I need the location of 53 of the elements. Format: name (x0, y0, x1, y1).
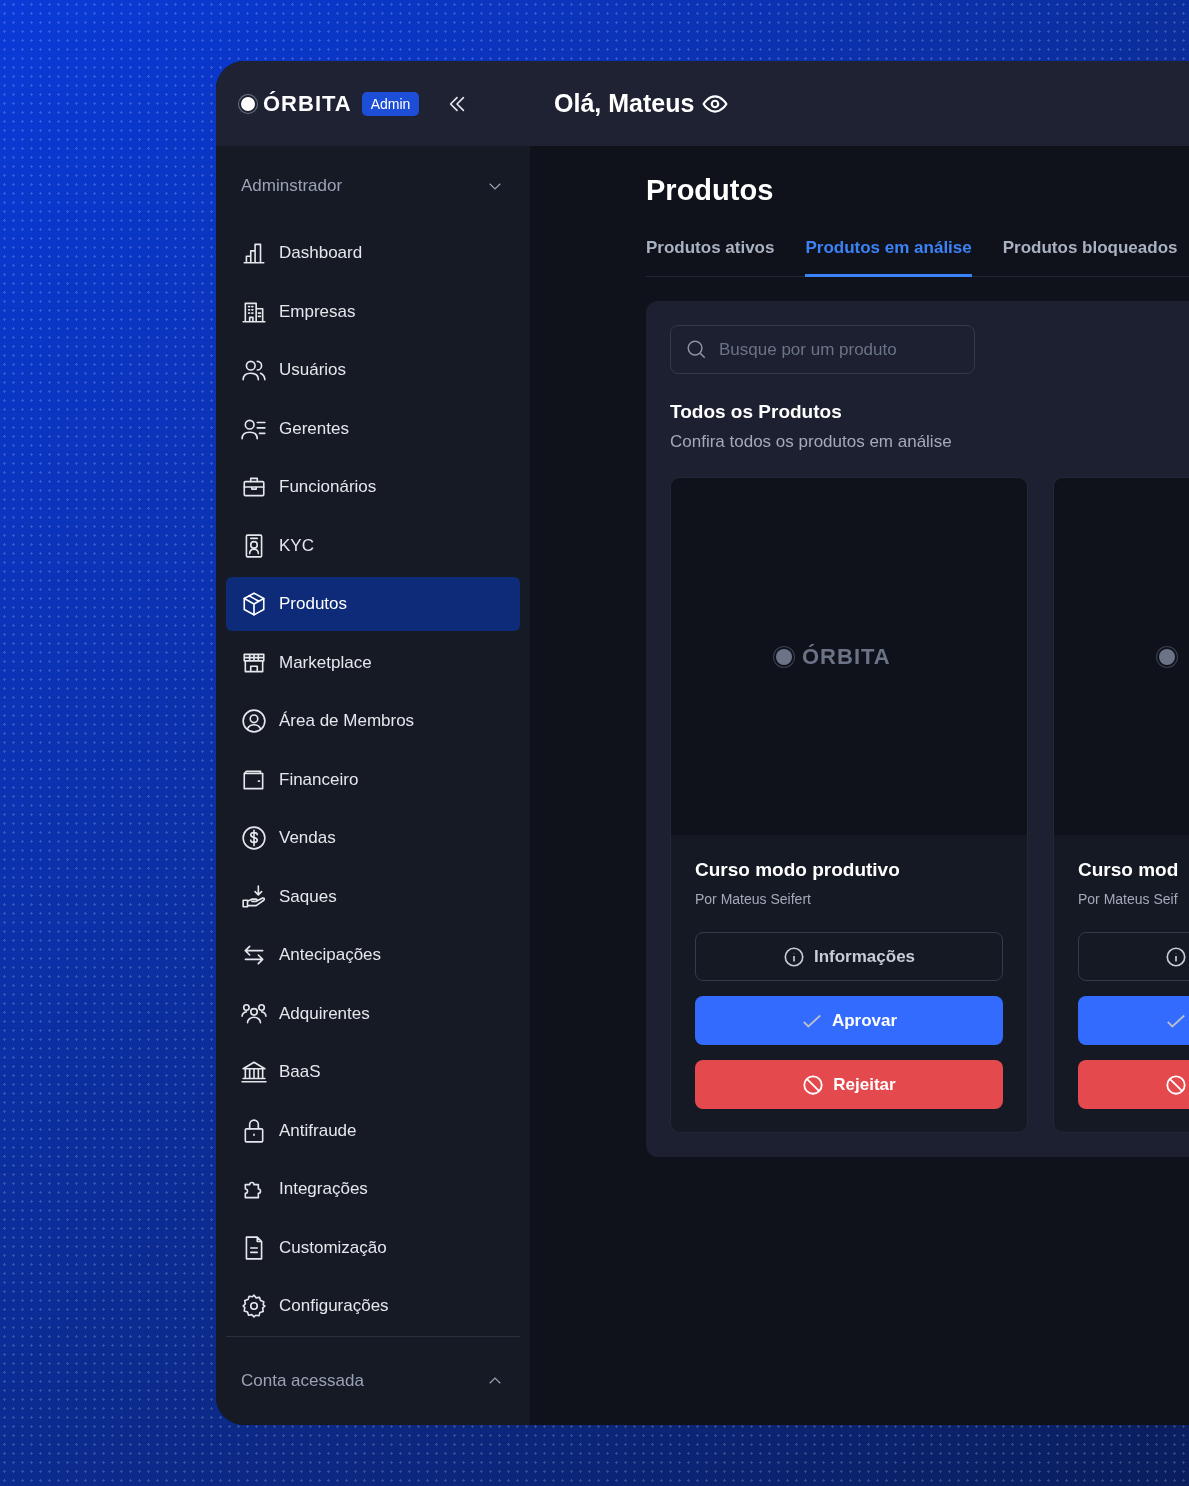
page-title: Produtos (646, 174, 775, 208)
nav-item[interactable]: Antecipações (226, 928, 520, 982)
tab[interactable]: Produtos ativos (646, 230, 775, 277)
settings-icon (241, 1293, 267, 1319)
nav-item[interactable]: Customização (226, 1220, 520, 1275)
logo-icon (776, 648, 792, 665)
nav-item[interactable]: KYC (226, 518, 520, 573)
nav-item[interactable]: Vendas (226, 811, 520, 865)
approve-button[interactable]: Aprovar (695, 996, 1003, 1045)
nav-item[interactable]: Antifraude (226, 1103, 520, 1158)
account-toggle[interactable]: Conta acessada (226, 1336, 520, 1425)
logo: ÓRBITA (802, 643, 891, 670)
section-subtitle: Confira todos os produtos em análise (670, 432, 953, 452)
nav-item[interactable]: Saques (226, 869, 520, 924)
reject-button[interactable]: Rejeitar (695, 1060, 1003, 1109)
nav-item[interactable]: Financeiro (226, 752, 520, 807)
admin-badge: Admin (361, 91, 420, 116)
product-title: Curso modo produtivo (695, 859, 901, 881)
tab[interactable]: Produtos em análise (805, 230, 972, 277)
product-author: Por Mateus Seif (1078, 891, 1179, 907)
nav-item[interactable]: Área de Membros (226, 694, 520, 748)
nav-item[interactable]: Marketplace (226, 635, 520, 690)
nav-item[interactable]: Integrações (226, 1162, 520, 1216)
tab[interactable]: Produtos bloqueados (1002, 230, 1178, 277)
info-icon (1165, 945, 1187, 968)
logo: ÓRBITA (263, 90, 352, 117)
user-circle-icon (241, 708, 267, 734)
search-field[interactable]: Busque por um produto (670, 325, 975, 374)
nav-item[interactable]: Empresas (226, 284, 520, 339)
product-title: Curso mod (1078, 859, 1180, 881)
nav-item[interactable]: Dashboard (226, 226, 520, 280)
logo-icon (1159, 648, 1175, 665)
hand-download-icon (241, 883, 267, 910)
box-icon (241, 591, 267, 617)
bank-icon (241, 1059, 267, 1085)
info-button[interactable]: Informações (695, 932, 1003, 981)
search-icon (685, 338, 707, 360)
nav-item[interactable]: Configurações (226, 1279, 520, 1333)
info-icon (782, 945, 805, 968)
nav-item[interactable]: Produtos (226, 577, 520, 631)
greeting: Olá, Mateus (554, 89, 695, 118)
nav-item[interactable]: Funcionários (226, 460, 520, 514)
nav-item[interactable]: Adquirentes (226, 986, 520, 1041)
ban-icon (1165, 1073, 1187, 1096)
logo-icon (241, 96, 255, 111)
dollar-circle-icon (241, 825, 267, 851)
nav-item[interactable]: Usuários (226, 343, 520, 397)
ban-icon (802, 1073, 825, 1096)
section-title: Todos os Produtos (670, 401, 843, 423)
nav-item[interactable]: BaaS (226, 1045, 520, 1099)
section-toggle[interactable]: Adminstrador (226, 146, 520, 226)
product-author: Por Mateus Seifert (695, 891, 812, 907)
nav-item[interactable]: Gerentes (226, 401, 520, 456)
